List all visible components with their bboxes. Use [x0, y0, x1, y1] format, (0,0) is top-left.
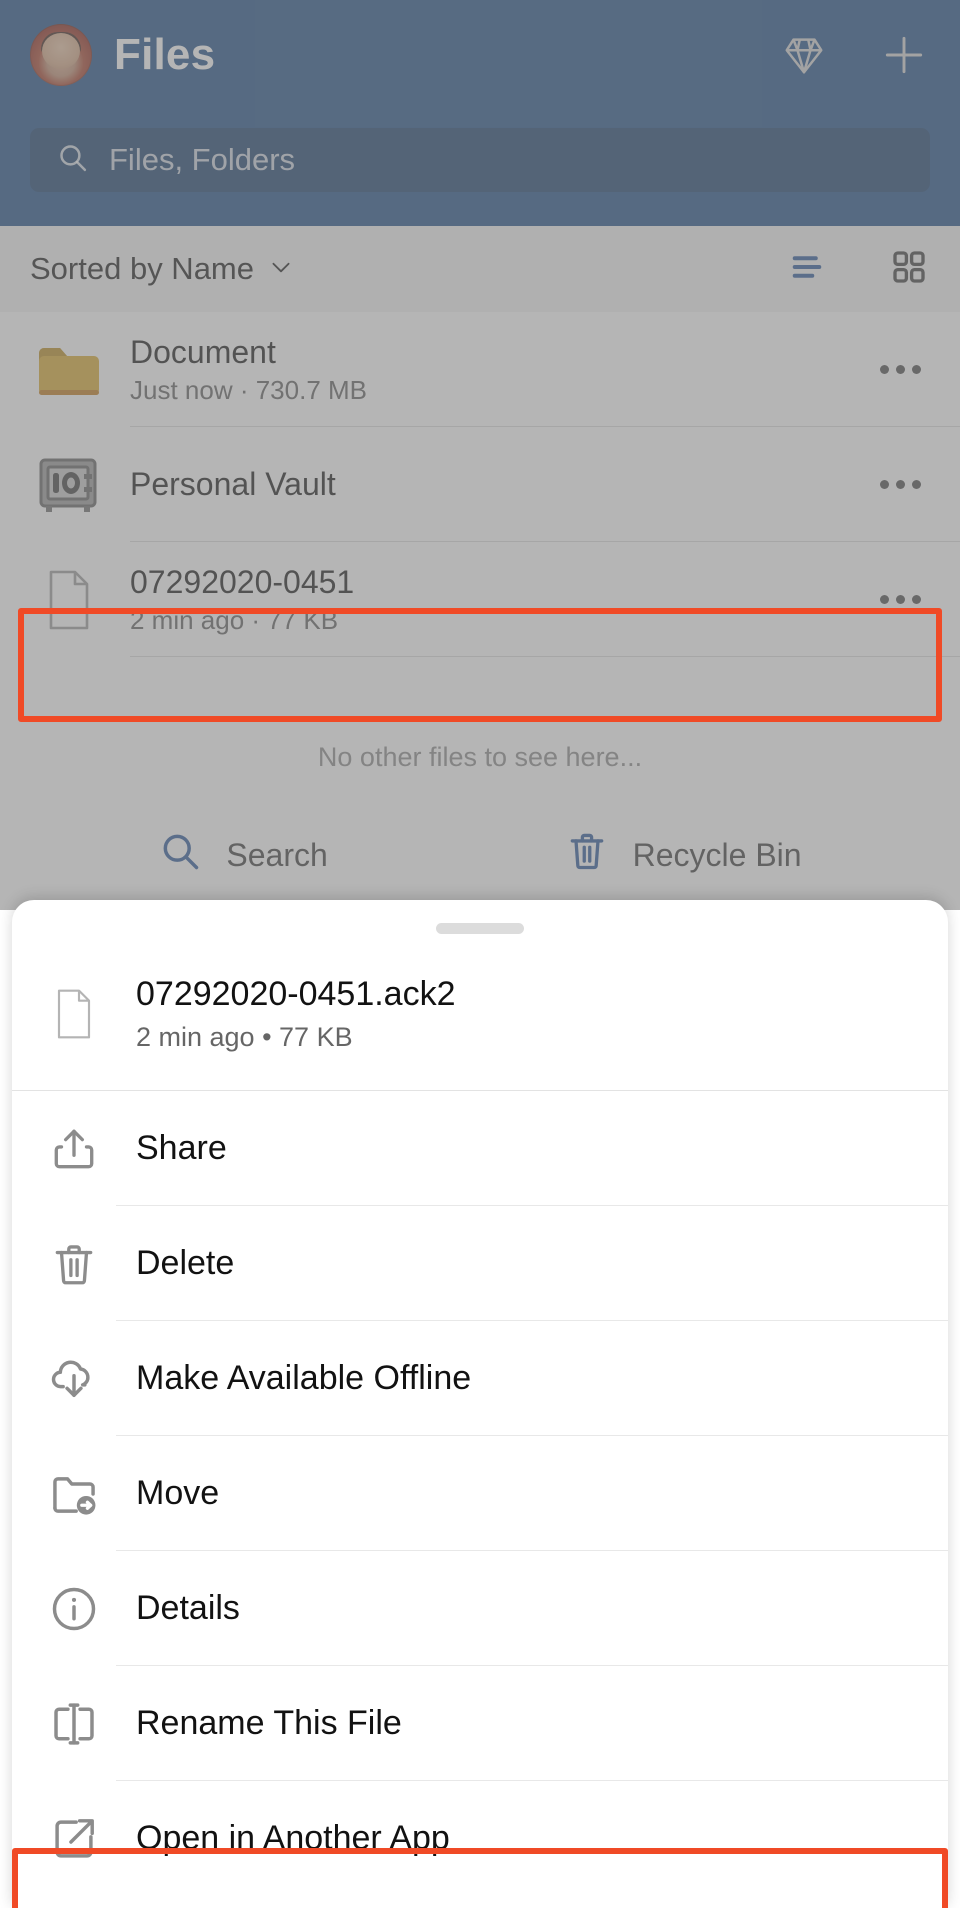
tab-label: Search: [226, 836, 328, 873]
search-input[interactable]: Files, Folders: [30, 128, 930, 192]
menu-item-rename[interactable]: Rename This File: [12, 1666, 948, 1781]
folder-icon: [30, 341, 108, 399]
rename-icon: [32, 1698, 116, 1750]
more-options-icon[interactable]: [870, 480, 930, 489]
avatar-face: [42, 33, 80, 70]
search-icon: [56, 141, 89, 179]
file-name: Personal Vault: [130, 465, 336, 502]
plus-icon[interactable]: [878, 29, 930, 81]
trash-icon: [565, 829, 609, 881]
menu-item-delete[interactable]: Delete: [12, 1206, 948, 1321]
row-divider: [130, 656, 960, 657]
sort-dropdown[interactable]: Sorted by Name: [30, 251, 294, 287]
menu-item-label: Delete: [136, 1244, 235, 1282]
app-header: Files Files, Folders: [0, 0, 960, 226]
more-options-icon[interactable]: [870, 365, 930, 374]
vault-safe-icon: [30, 456, 108, 514]
sheet-file-meta: 2 min ago • 77 KB: [136, 1021, 353, 1052]
bottom-tab-bar: Search Recycle Bin: [0, 800, 960, 910]
tab-recycle-bin[interactable]: Recycle Bin: [565, 829, 802, 881]
chevron-down-icon: [268, 254, 294, 285]
page-title: Files: [114, 30, 216, 79]
grid-view-icon[interactable]: [888, 246, 930, 293]
search-placeholder: Files, Folders: [109, 142, 296, 177]
table-row[interactable]: Personal Vault: [0, 427, 960, 542]
sheet-file-text: 07292020-0451.ack2 2 min ago • 77 KB: [136, 975, 456, 1052]
file-actions-sheet: 07292020-0451.ack2 2 min ago • 77 KB Sha…: [12, 900, 948, 1908]
avatar[interactable]: [30, 24, 92, 86]
info-icon: [32, 1583, 116, 1635]
header-title-row: Files: [0, 0, 960, 110]
file-icon: [32, 987, 116, 1041]
file-list: Document Just now · 730.7 MB Personal Va…: [0, 312, 960, 657]
file-text: 07292020-0451 2 min ago · 77 KB: [130, 563, 355, 635]
file-icon: [30, 569, 108, 631]
search-icon: [158, 829, 202, 881]
empty-state-note: No other files to see here...: [317, 742, 643, 772]
file-text: Personal Vault: [130, 465, 336, 502]
file-meta: Just now · 730.7 MB: [130, 374, 367, 405]
menu-item-make-available-offline[interactable]: Make Available Offline: [12, 1321, 948, 1436]
menu-item-label: Rename This File: [136, 1704, 402, 1742]
table-row[interactable]: 07292020-0451 2 min ago · 77 KB: [0, 542, 960, 657]
open-external-icon: [32, 1813, 116, 1865]
sort-label: Sorted by Name: [30, 251, 254, 286]
app-root: Files Files, Folders Sorted by Name Docu…: [0, 0, 960, 1908]
list-view-icon[interactable]: [786, 246, 828, 293]
cloud-download-icon: [32, 1353, 116, 1405]
file-name: Document: [130, 333, 276, 370]
menu-item-label: Share: [136, 1129, 227, 1167]
view-toggle-group: [786, 246, 930, 293]
move-folder-icon: [32, 1468, 116, 1520]
menu-item-label: Open in Another App: [136, 1819, 450, 1857]
file-meta: 2 min ago · 77 KB: [130, 604, 339, 635]
menu-item-label: Move: [136, 1474, 220, 1512]
menu-item-label: Make Available Offline: [136, 1359, 472, 1397]
diamond-icon[interactable]: [778, 29, 830, 81]
file-name: 07292020-0451: [130, 563, 355, 600]
menu-item-details[interactable]: Details: [12, 1551, 948, 1666]
header-actions: [778, 29, 930, 81]
table-row[interactable]: Document Just now · 730.7 MB: [0, 312, 960, 427]
more-options-icon[interactable]: [870, 595, 930, 604]
share-icon: [32, 1124, 116, 1174]
tab-search[interactable]: Search: [158, 829, 328, 881]
sheet-file-header: 07292020-0451.ack2 2 min ago • 77 KB: [12, 956, 948, 1072]
sort-bar: Sorted by Name: [0, 226, 960, 312]
file-text: Document Just now · 730.7 MB: [130, 333, 367, 405]
menu-item-label: Details: [136, 1589, 240, 1627]
menu-item-share[interactable]: Share: [12, 1091, 948, 1206]
menu-item-move[interactable]: Move: [12, 1436, 948, 1551]
sheet-grab-handle[interactable]: [436, 923, 524, 934]
trash-icon: [32, 1239, 116, 1289]
sheet-file-name: 07292020-0451.ack2: [136, 975, 456, 1014]
tab-label: Recycle Bin: [632, 836, 802, 873]
menu-item-open-in-another-app[interactable]: Open in Another App: [12, 1781, 948, 1896]
